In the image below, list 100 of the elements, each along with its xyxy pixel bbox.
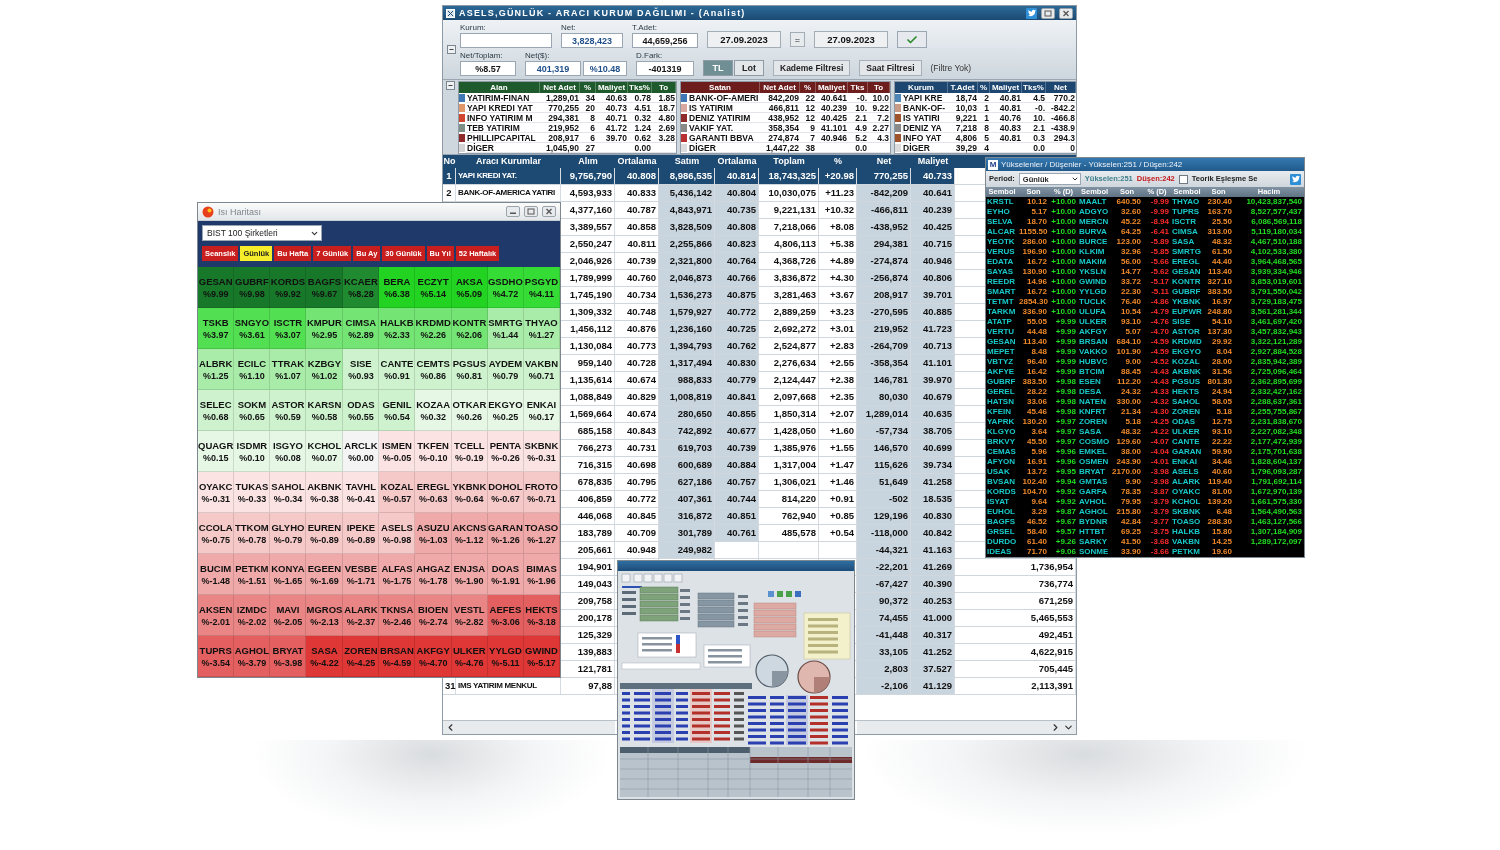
table-value: 41.101 (816, 123, 848, 133)
stock-symbol: TAVHL (345, 480, 376, 492)
change-percent: -4.43 (1149, 377, 1170, 387)
date-field[interactable]: 27.09.2023 (707, 31, 781, 48)
change-percent: -4.43 (1149, 367, 1170, 377)
last-price: 28.22 (1025, 387, 1048, 397)
minimize-icon[interactable] (506, 206, 520, 217)
stock-symbol: ALCAR (986, 227, 1016, 237)
broker-name: DİGER (466, 143, 540, 153)
change-percent: %8.28 (348, 288, 374, 299)
table-value: 40.81 (990, 103, 1022, 113)
table-value: 40.713 (911, 338, 955, 354)
change-percent: -4.07 (1149, 437, 1170, 447)
stock-symbol: GWIND (525, 644, 558, 656)
stock-symbol: VESTL (454, 603, 485, 615)
filter-button[interactable]: Kademe Filtresi (773, 60, 851, 76)
stock-symbol: SMART (986, 287, 1017, 297)
change-percent: %-0.26 (491, 452, 520, 463)
change-percent: -9.99 (1149, 197, 1170, 207)
close-icon[interactable] (1059, 7, 1073, 19)
table-value: 280,650 (659, 406, 715, 422)
column-header: Ortalama (616, 155, 658, 168)
collapse-icon[interactable] (447, 45, 456, 54)
column-header: Tks% (628, 82, 652, 93)
change-percent: %0.10 (239, 452, 265, 463)
date-field[interactable]: 27.09.2023 (814, 31, 888, 48)
scrollbar[interactable] (857, 721, 1076, 734)
stock-symbol: ECILC (237, 357, 267, 369)
bird-icon[interactable] (1290, 173, 1301, 185)
scroll-down-icon[interactable] (1063, 722, 1074, 733)
change-percent: -5.66 (1149, 257, 1170, 267)
index-dropdown[interactable]: BIST 100 Şirketleri (202, 225, 322, 241)
last-price: 16.72 (1025, 257, 1048, 267)
stock-symbol: VAKKO (1078, 347, 1109, 357)
close-icon[interactable] (542, 206, 556, 217)
table-value: 40.679 (911, 389, 955, 405)
change-percent: -9.99 (1149, 207, 1170, 217)
maximize-icon[interactable] (524, 206, 538, 217)
maximize-icon[interactable] (1041, 7, 1055, 19)
last-price: 29.92 (1210, 337, 1233, 347)
stock-symbol: SARKY (1078, 537, 1108, 547)
table-value: 466,811 (760, 103, 800, 113)
stock-symbol: HTTBT (1078, 527, 1107, 537)
volume-value: 1,828,604,137 (1249, 457, 1303, 467)
change-percent: -3.98 (1149, 467, 1170, 477)
volume-value: 1,672,970,139 (1249, 487, 1303, 497)
column-header: Tks (848, 82, 868, 93)
bird-icon[interactable] (1026, 7, 1037, 19)
change-percent: %9.98 (239, 288, 265, 299)
stock-symbol: YYLGD (489, 644, 522, 656)
last-price: 10.54 (1119, 307, 1142, 317)
stock-symbol: BRYAT (1078, 467, 1106, 477)
stock-symbol: BAGFS (307, 275, 342, 287)
table-value: -44,321 (857, 542, 911, 558)
table-value: 40.779 (715, 372, 759, 388)
change-percent: -3.79 (1149, 507, 1170, 517)
change-percent: %6.38 (384, 288, 410, 299)
volume-value: 1,463,127,566 (1249, 517, 1303, 527)
last-price: 44.48 (1025, 327, 1048, 337)
volume-value: 10,423,837,540 (1245, 197, 1303, 207)
change-percent: %2.95 (311, 329, 338, 340)
last-price: 44.40 (1210, 257, 1233, 267)
change-percent: +10.00 (1050, 217, 1077, 227)
stock-symbol: BIOEN (418, 603, 449, 615)
stock-symbol: BRYAT (272, 644, 304, 656)
table-value: 41.72 (596, 123, 628, 133)
table-value: -270,595 (857, 304, 911, 320)
stock-symbol: DURDO (986, 537, 1018, 547)
unit-toggle[interactable]: Lot (734, 60, 764, 76)
last-price: 93.10 (1210, 427, 1233, 437)
table-value[interactable]: 9,756,790 (561, 168, 615, 184)
stock-symbol: IDEAS (986, 547, 1013, 557)
stock-symbol: HEKTS (1171, 387, 1201, 397)
change-percent: %-1.75 (382, 575, 412, 586)
stock-symbol: TUCLK (1078, 297, 1108, 307)
last-price: 32.60 (1119, 207, 1142, 217)
stock-symbol: ZOREN (1171, 407, 1201, 417)
input-field[interactable] (460, 33, 552, 48)
equals-button[interactable]: = (790, 32, 805, 47)
collapse-icon[interactable] (446, 81, 455, 90)
table-value: 208,917 (857, 287, 911, 303)
change-percent: +10.00 (1050, 257, 1077, 267)
column-header: To (652, 82, 676, 93)
table-value: 18,74 (948, 93, 978, 103)
stock-symbol: BERA (383, 275, 411, 287)
change-percent: +9.98 (1054, 397, 1077, 407)
change-percent: %9.99 (202, 288, 229, 299)
stock-symbol: KFEIN (986, 407, 1012, 417)
stock-symbol: YKSLN (1078, 267, 1108, 277)
broker-name: YAPI KREDI YAT. (456, 168, 561, 184)
scrollbar[interactable] (443, 721, 615, 734)
last-price: 14.25 (1210, 537, 1233, 547)
checkbox[interactable] (1178, 174, 1188, 184)
column-header: Maliyet (596, 82, 628, 93)
broker-name: YATIRIM-FINAN (466, 93, 540, 103)
stock-symbol: SAYAS (986, 267, 1015, 277)
volume-value: 4,102,533,380 (1249, 247, 1303, 257)
table-value: 0.00 (628, 143, 652, 153)
filter-button[interactable]: Saat Filtresi (859, 60, 922, 76)
change-percent: +9.95 (1054, 467, 1077, 477)
